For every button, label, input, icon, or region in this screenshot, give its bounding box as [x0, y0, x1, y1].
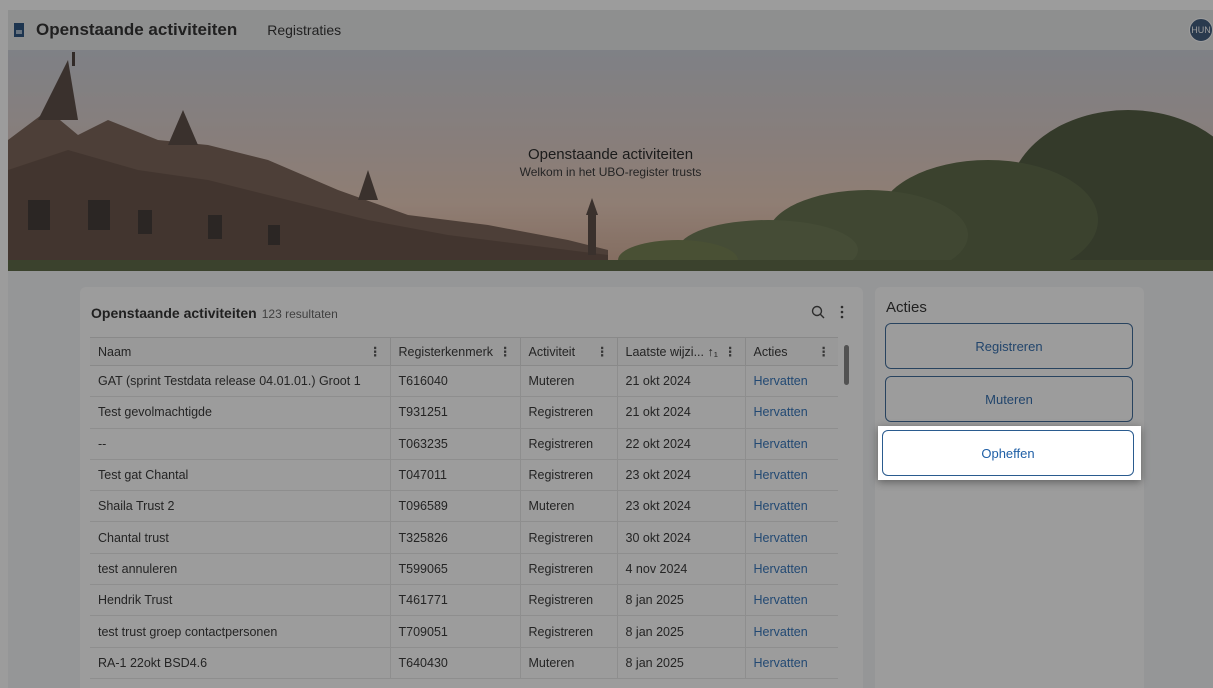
table-cell: 4 nov 2024	[616, 553, 745, 586]
actions-card: Acties Registreren Muteren	[875, 287, 1144, 688]
table-row[interactable]: test trust groep contactpersonen T709051 R…	[90, 615, 838, 648]
table-row[interactable]: Shaila Trust 2 T096589 Muteren 23 okt 2024 H…	[90, 490, 838, 523]
table-cell: 21 okt 2024	[616, 365, 745, 398]
registreren-button[interactable]: Registreren	[885, 323, 1133, 369]
hervatten-link[interactable]: Hervatten	[744, 521, 838, 554]
table-row[interactable]: RA-1 22okt BSD4.6 T640430 Muteren 8 jan 202…	[90, 647, 838, 679]
table-cell: Hendrik Trust	[90, 584, 390, 617]
table-cell: Registreren	[519, 584, 617, 617]
table-cell: Chantal trust	[90, 521, 390, 554]
column-header-registerkenmerk[interactable]: Registerkenmerk ⋮	[389, 337, 520, 366]
column-header-acties[interactable]: Acties ⋮	[744, 337, 838, 366]
table-cell: Test gat Chantal	[90, 459, 390, 492]
app-logo-icon	[14, 23, 24, 37]
column-menu-icon[interactable]: ⋮	[369, 344, 382, 359]
table-cell: Muteren	[519, 490, 617, 523]
table-cell: test annuleren	[90, 553, 390, 586]
hervatten-link[interactable]: Hervatten	[744, 428, 838, 460]
table-cell: T931251	[389, 396, 520, 429]
table-row[interactable]: test annuleren T599065 Registreren 4 nov 20…	[90, 553, 838, 586]
table-cell: 22 okt 2024	[616, 428, 745, 460]
hervatten-link[interactable]: Hervatten	[744, 365, 838, 398]
table-cell: T047011	[389, 459, 520, 492]
hervatten-link[interactable]: Hervatten	[744, 459, 838, 492]
table-cell: RA-1 22okt BSD4.6	[90, 647, 390, 679]
hero-banner: Openstaande activiteiten Welkom in het U…	[8, 50, 1213, 271]
table-cell: T640430	[389, 647, 520, 679]
activities-card: Openstaande activiteiten 123 resultaten …	[80, 287, 863, 688]
table-cell: Muteren	[519, 365, 617, 398]
table-row[interactable]: -- T063235 Registreren 22 okt 2024 Hervatten	[90, 428, 838, 460]
column-menu-icon[interactable]: ⋮	[499, 344, 512, 359]
table-cell: 8 jan 2025	[616, 584, 745, 617]
hero-text: Openstaande activiteiten Welkom in het U…	[8, 146, 1213, 179]
table-cell: Registreren	[519, 553, 617, 586]
hervatten-link[interactable]: Hervatten	[744, 553, 838, 586]
hervatten-link[interactable]: Hervatten	[744, 647, 838, 679]
table-cell: 23 okt 2024	[616, 490, 745, 523]
column-menu-icon[interactable]: ⋮	[724, 344, 737, 359]
table-cell: Registreren	[519, 459, 617, 492]
top-bar: Openstaande activiteiten Registraties HU…	[8, 10, 1213, 50]
table-cell: Registreren	[519, 396, 617, 429]
column-menu-icon[interactable]: ⋮	[596, 344, 609, 359]
table-cell: Registreren	[519, 615, 617, 648]
result-count: 123 resultaten	[261, 307, 338, 321]
user-avatar[interactable]: HUN	[1189, 18, 1213, 42]
opheffen-button[interactable]: Opheffen	[882, 430, 1134, 476]
activities-table: Naam ⋮ Registerkenmerk ⋮ Activiteit ⋮ Laats…	[90, 337, 838, 679]
table-cell: 21 okt 2024	[616, 396, 745, 429]
table-cell: T096589	[389, 490, 520, 523]
hervatten-link[interactable]: Hervatten	[744, 396, 838, 429]
table-cell: T616040	[389, 365, 520, 398]
column-header-laatste-wijziging[interactable]: Laatste wijzi... ↑₁ ⋮	[616, 337, 745, 366]
table-cell: 8 jan 2025	[616, 615, 745, 648]
table-scrollbar[interactable]	[844, 337, 850, 688]
table-row[interactable]: Hendrik Trust T461771 Registreren 8 jan 202…	[90, 584, 838, 617]
more-vertical-icon[interactable]	[839, 305, 845, 322]
table-header-row: Naam ⋮ Registerkenmerk ⋮ Activiteit ⋮ Laats…	[90, 337, 838, 366]
table-cell: T325826	[389, 521, 520, 554]
table-cell: test trust groep contactpersonen	[90, 615, 390, 648]
nav-link-registraties[interactable]: Registraties	[267, 22, 341, 38]
table-cell: Shaila Trust 2	[90, 490, 390, 523]
table-row[interactable]: GAT (sprint Testdata release 04.01.01.) …	[90, 365, 838, 398]
table-cell: Muteren	[519, 647, 617, 679]
actions-title: Acties	[886, 299, 927, 316]
hero-subtitle: Welkom in het UBO-register trusts	[519, 165, 702, 179]
card-tools	[811, 305, 845, 322]
app-title[interactable]: Openstaande activiteiten	[36, 20, 237, 40]
muteren-button[interactable]: Muteren	[885, 376, 1133, 422]
hervatten-link[interactable]: Hervatten	[744, 490, 838, 523]
table-cell: T461771	[389, 584, 520, 617]
table-cell: Test gevolmachtigde	[90, 396, 390, 429]
scrollbar-thumb[interactable]	[844, 345, 849, 385]
card-header: Openstaande activiteiten 123 resultaten	[91, 305, 338, 321]
table-cell: T709051	[389, 615, 520, 648]
card-title: Openstaande activiteiten	[91, 305, 257, 321]
table-cell: 23 okt 2024	[616, 459, 745, 492]
column-header-naam[interactable]: Naam ⋮	[90, 337, 390, 366]
table-cell: GAT (sprint Testdata release 04.01.01.) …	[90, 365, 390, 398]
search-icon[interactable]	[811, 305, 825, 322]
highlighted-action: Opheffen	[878, 426, 1141, 480]
hervatten-link[interactable]: Hervatten	[744, 584, 838, 617]
table-row[interactable]: Test gevolmachtigde T931251 Registreren 21 …	[90, 396, 838, 429]
table-cell: --	[90, 428, 390, 460]
table-cell: T599065	[389, 553, 520, 586]
table-cell: 30 okt 2024	[616, 521, 745, 554]
table-cell: T063235	[389, 428, 520, 460]
hervatten-link[interactable]: Hervatten	[744, 615, 838, 648]
table-cell: Registreren	[519, 428, 617, 460]
hero-title: Openstaande activiteiten	[527, 146, 694, 163]
column-header-activiteit[interactable]: Activiteit ⋮	[519, 337, 617, 366]
table-cell: Registreren	[519, 521, 617, 554]
column-menu-icon[interactable]: ⋮	[818, 344, 831, 359]
table-row[interactable]: Chantal trust T325826 Registreren 30 okt 20…	[90, 521, 838, 554]
table-cell: 8 jan 2025	[616, 647, 745, 679]
table-row[interactable]: Test gat Chantal T047011 Registreren 23 okt…	[90, 459, 838, 492]
